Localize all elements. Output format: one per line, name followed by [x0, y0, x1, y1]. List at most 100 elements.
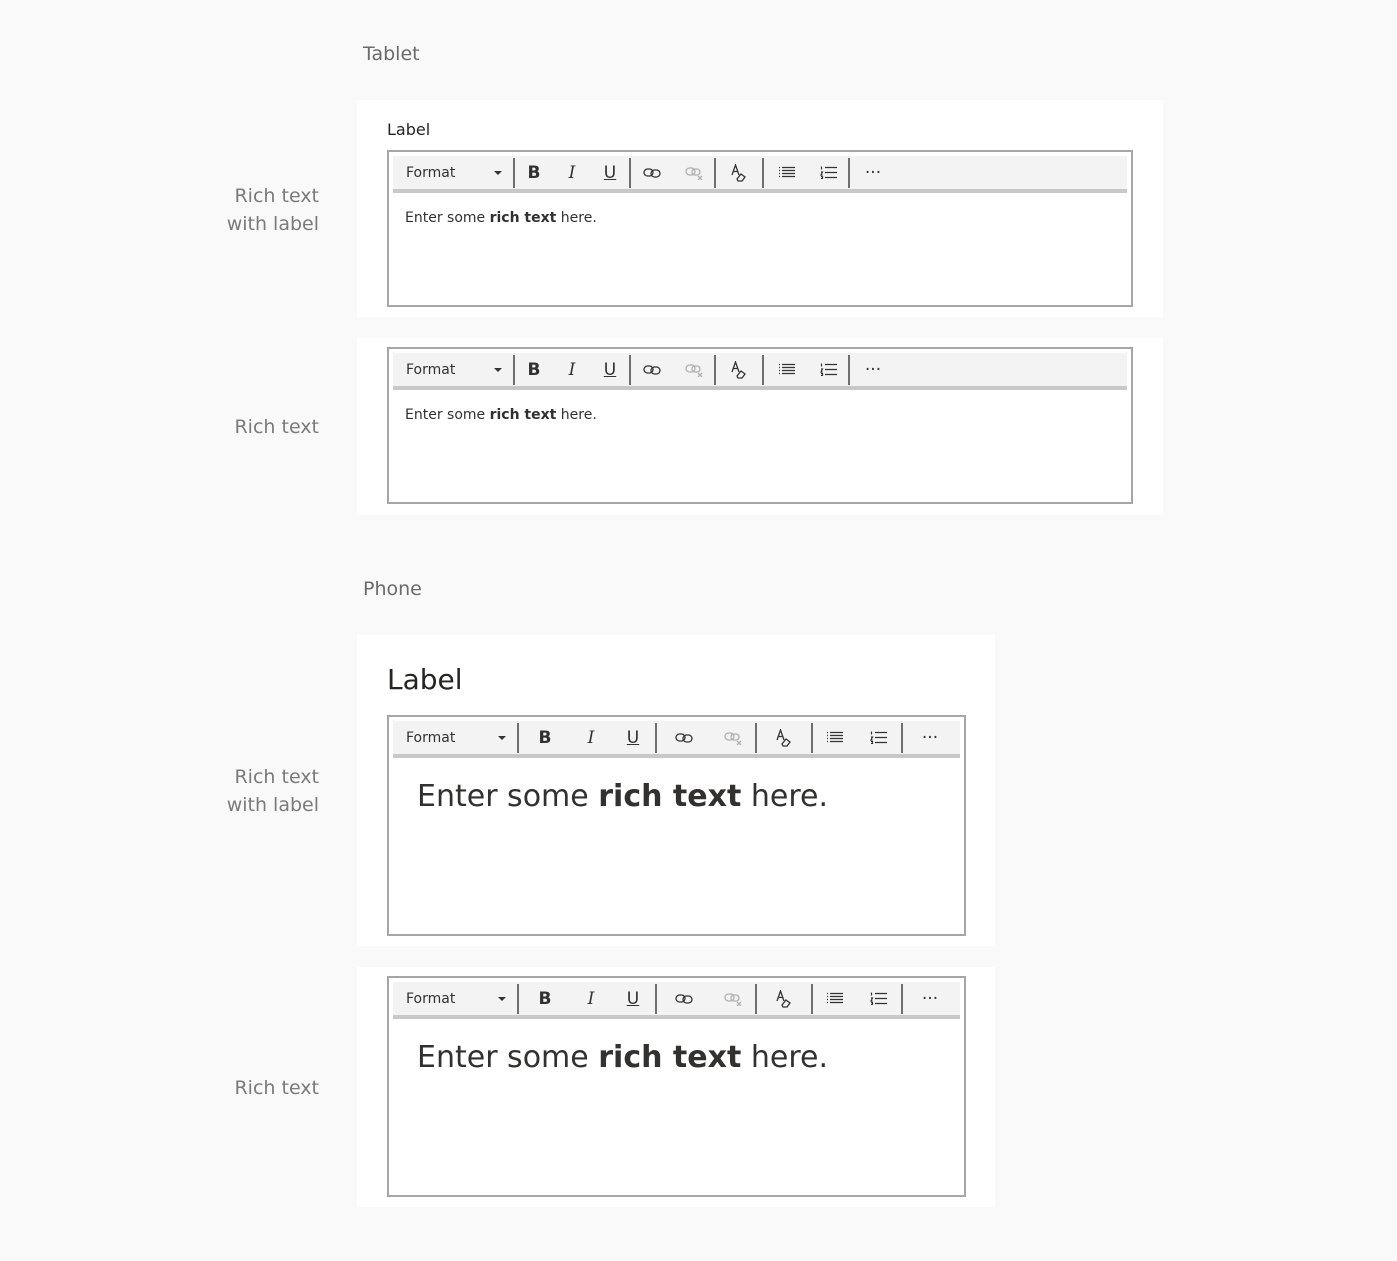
unlink-icon [684, 363, 702, 377]
chevron-down-icon [498, 996, 506, 1001]
unlink-icon [724, 992, 742, 1006]
italic-button[interactable]: I [553, 156, 591, 189]
content-text: Enter some [405, 407, 490, 423]
bold-icon: B [527, 162, 541, 183]
bold-button[interactable]: B [519, 982, 571, 1015]
content-bold-text: rich text [489, 407, 557, 423]
format-dropdown-label: Format [406, 164, 456, 181]
content-text: here. [556, 210, 597, 226]
numbered-list-button[interactable] [810, 156, 848, 189]
bulleted-list-button[interactable] [813, 982, 857, 1015]
chevron-down-icon [494, 170, 502, 175]
bold-icon: B [538, 727, 552, 748]
editor-content[interactable]: Enter some rich text here. [405, 210, 597, 226]
clear-formatting-icon [731, 360, 746, 379]
rich-text-editor[interactable]: Format B I U ··· Enter some rich text he… [387, 715, 966, 936]
more-options-button[interactable]: ··· [850, 156, 896, 189]
insert-link-button[interactable] [631, 156, 673, 189]
phone-card-no-label: Format B I U ··· Enter some rich text he… [357, 967, 995, 1207]
italic-button[interactable]: I [571, 721, 611, 754]
bulleted-list-icon [827, 992, 843, 1004]
content-bold-text: rich text [598, 1040, 742, 1075]
numbered-list-button[interactable] [857, 721, 901, 754]
rich-text-editor[interactable]: Format B I U ··· Enter some rich text he… [387, 976, 966, 1197]
italic-icon: I [568, 162, 576, 183]
editor-toolbar: Format B I U ··· [393, 353, 1127, 390]
italic-icon: I [587, 727, 595, 748]
clear-formatting-button[interactable] [757, 721, 811, 754]
numbered-list-icon [870, 731, 887, 744]
bold-icon: B [538, 988, 552, 1009]
numbered-list-icon [870, 992, 887, 1005]
insert-link-button[interactable] [657, 721, 711, 754]
underline-button[interactable]: U [591, 353, 629, 386]
numbered-list-button[interactable] [857, 982, 901, 1015]
underline-icon: U [603, 359, 617, 380]
content-bold-text: rich text [489, 210, 557, 226]
underline-icon: U [626, 727, 640, 748]
format-dropdown[interactable]: Format [393, 156, 513, 189]
bulleted-list-icon [779, 363, 795, 375]
format-dropdown[interactable]: Format [393, 982, 517, 1015]
remove-link-button[interactable] [673, 156, 714, 189]
section-title-tablet: Tablet [363, 43, 420, 65]
clear-formatting-button[interactable] [716, 353, 762, 386]
more-icon: ··· [864, 162, 882, 183]
underline-button[interactable]: U [611, 982, 655, 1015]
unlink-icon [724, 731, 742, 745]
clear-formatting-icon [776, 728, 791, 747]
numbered-list-button[interactable] [810, 353, 848, 386]
bold-button[interactable]: B [519, 721, 571, 754]
remove-link-button[interactable] [711, 982, 755, 1015]
more-options-button[interactable]: ··· [903, 982, 957, 1015]
row-label-rich-text: Rich text [234, 416, 319, 438]
italic-icon: I [587, 988, 595, 1009]
bulleted-list-icon [827, 731, 843, 743]
more-options-button[interactable]: ··· [903, 721, 957, 754]
more-options-button[interactable]: ··· [850, 353, 896, 386]
content-bold-text: rich text [598, 779, 742, 814]
underline-icon: U [603, 162, 617, 183]
format-dropdown[interactable]: Format [393, 721, 517, 754]
insert-link-button[interactable] [631, 353, 673, 386]
content-text: here. [556, 407, 597, 423]
more-icon: ··· [864, 359, 882, 380]
phone-card-with-label: Label Format B I U ··· Enter some rich t… [357, 635, 995, 946]
numbered-list-icon [820, 166, 837, 179]
format-dropdown[interactable]: Format [393, 353, 513, 386]
bold-button[interactable]: B [515, 156, 553, 189]
tablet-card-no-label: Format B I U ··· Enter some rich text he… [357, 338, 1163, 515]
italic-icon: I [568, 359, 576, 380]
field-label: Label [387, 120, 431, 139]
remove-link-button[interactable] [711, 721, 755, 754]
clear-formatting-button[interactable] [757, 982, 811, 1015]
editor-content[interactable]: Enter some rich text here. [405, 407, 597, 423]
insert-link-button[interactable] [657, 982, 711, 1015]
row-label-rich-text-with-label: Rich text with label [226, 766, 319, 816]
italic-button[interactable]: I [553, 353, 591, 386]
clear-formatting-button[interactable] [716, 156, 762, 189]
italic-button[interactable]: I [571, 982, 611, 1015]
underline-button[interactable]: U [591, 156, 629, 189]
chevron-down-icon [494, 367, 502, 372]
rich-text-editor[interactable]: Format B I U ··· Enter some rich text he… [387, 347, 1133, 504]
underline-icon: U [626, 988, 640, 1009]
bold-icon: B [527, 359, 541, 380]
editor-content[interactable]: Enter some rich text here. [417, 779, 828, 814]
editor-content[interactable]: Enter some rich text here. [417, 1040, 828, 1075]
bulleted-list-button[interactable] [764, 156, 810, 189]
clear-formatting-icon [776, 989, 791, 1008]
rich-text-editor[interactable]: Format B I U ··· Enter some rich text he… [387, 150, 1133, 307]
bulleted-list-button[interactable] [813, 721, 857, 754]
row-label-rich-text: Rich text [234, 1077, 319, 1099]
link-icon [643, 364, 661, 375]
remove-link-button[interactable] [673, 353, 714, 386]
underline-button[interactable]: U [611, 721, 655, 754]
bold-button[interactable]: B [515, 353, 553, 386]
editor-toolbar: Format B I U ··· [393, 156, 1127, 193]
more-icon: ··· [921, 988, 939, 1009]
content-text: here. [741, 1040, 828, 1075]
link-icon [675, 993, 693, 1004]
bulleted-list-button[interactable] [764, 353, 810, 386]
link-icon [675, 732, 693, 743]
